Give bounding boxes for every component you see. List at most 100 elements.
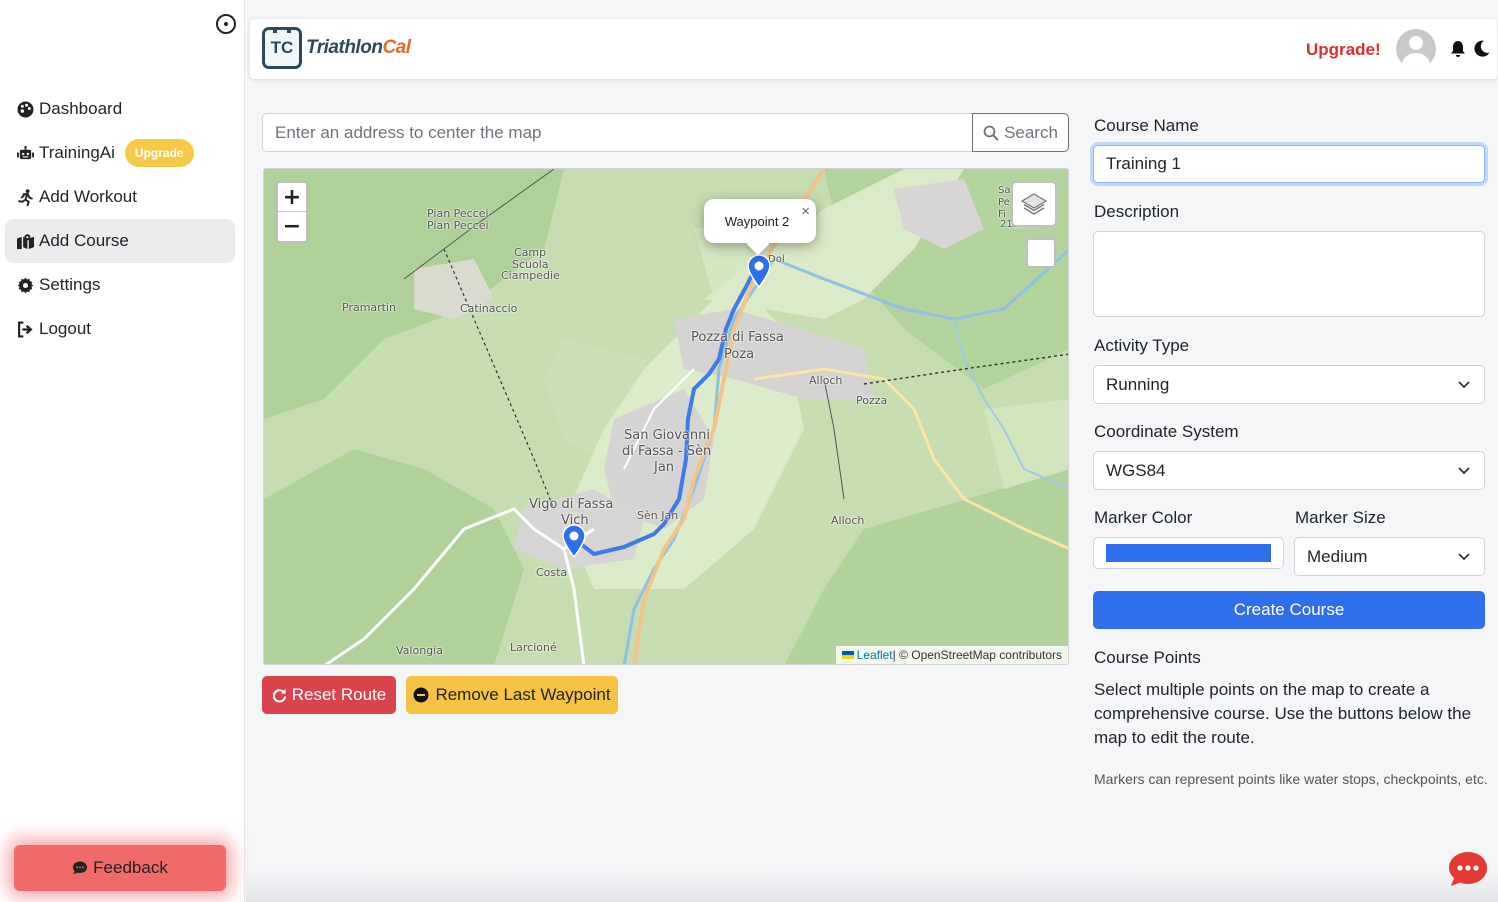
remove-waypoint-label: Remove Last Waypoint bbox=[435, 685, 611, 704]
map-place-label: Poza bbox=[724, 347, 755, 362]
popup-close-button[interactable]: × bbox=[801, 203, 810, 220]
feedback-button[interactable]: Feedback bbox=[14, 845, 226, 891]
activity-type-label: Activity Type bbox=[1094, 336, 1190, 355]
layers-button[interactable] bbox=[1011, 181, 1057, 227]
upgrade-badge[interactable]: Upgrade bbox=[124, 139, 194, 167]
activity-type-select[interactable]: Running bbox=[1093, 365, 1485, 404]
map-place-label: Valongia bbox=[396, 644, 443, 657]
sidebar-item-settings[interactable]: Settings bbox=[5, 263, 235, 307]
map-place-label: Pian Peccei bbox=[427, 219, 489, 232]
feedback-label: Feedback bbox=[93, 858, 168, 877]
leaflet-link[interactable]: Leaflet bbox=[857, 648, 893, 662]
bell-icon[interactable] bbox=[1450, 40, 1466, 58]
address-search-input[interactable] bbox=[262, 113, 973, 152]
chevron-down-icon bbox=[1458, 467, 1470, 475]
sidebar-item-logout[interactable]: Logout bbox=[5, 307, 235, 351]
sidebar-item-dashboard[interactable]: Dashboard bbox=[5, 87, 235, 131]
map-place-label: Jan bbox=[654, 460, 675, 475]
logo-text-part2: Cal bbox=[382, 37, 411, 58]
coordinate-system-select[interactable]: WGS84 bbox=[1093, 451, 1485, 490]
map-place-label: Pozza bbox=[856, 394, 888, 407]
redo-icon bbox=[272, 688, 286, 702]
map-draw-control[interactable] bbox=[1026, 238, 1056, 268]
zoom-control: + − bbox=[276, 181, 308, 243]
map-place-label: Sa bbox=[998, 185, 1011, 196]
map-place-label: Fi bbox=[998, 209, 1006, 220]
comment-icon bbox=[73, 861, 88, 875]
ukraine-flag-icon bbox=[841, 651, 854, 659]
map-place-label: Vigo di Fassa bbox=[529, 497, 614, 512]
coordinate-system-value: WGS84 bbox=[1106, 460, 1166, 480]
map-place-label: di Fassa - Sèn bbox=[622, 444, 712, 459]
sidebar-item-trainingai[interactable]: TrainingAi Upgrade bbox=[5, 131, 235, 175]
avatar[interactable] bbox=[1396, 29, 1436, 69]
sidebar-nav: Dashboard TrainingAi Upgrade Add Workout… bbox=[5, 87, 235, 351]
marker-size-select[interactable]: Medium bbox=[1294, 537, 1485, 576]
waypoint-1-marker-icon[interactable] bbox=[561, 524, 587, 558]
map-place-label: Pramartin bbox=[342, 301, 397, 314]
marker-color-picker[interactable] bbox=[1093, 537, 1284, 569]
map-place-label: Pozza di Fassa bbox=[691, 330, 784, 345]
map-place-label: Alloch bbox=[809, 374, 843, 387]
running-icon bbox=[15, 187, 35, 207]
top-header: TC TriathlonCal Upgrade! bbox=[250, 19, 1497, 79]
map-location-icon bbox=[15, 231, 35, 251]
description-textarea[interactable] bbox=[1093, 231, 1485, 317]
waypoint-2-marker-icon[interactable] bbox=[746, 254, 772, 288]
map-place-label: Pe bbox=[998, 197, 1010, 208]
remove-last-waypoint-button[interactable]: Remove Last Waypoint bbox=[406, 676, 618, 714]
logo-text-part1: Triathlon bbox=[306, 37, 383, 58]
map-place-label: Larcioné bbox=[510, 641, 557, 654]
search-icon bbox=[983, 125, 999, 141]
course-points-note: Markers can represent points like water … bbox=[1094, 771, 1488, 787]
app-logo[interactable]: TC TriathlonCal bbox=[262, 27, 411, 69]
waypoint-popup: Waypoint 2 × bbox=[704, 199, 816, 243]
logo-text: TriathlonCal bbox=[306, 37, 411, 59]
attribution-text: | © OpenStreetMap contributors bbox=[892, 648, 1062, 662]
chevron-down-icon bbox=[1458, 381, 1470, 389]
zoom-out-button[interactable]: − bbox=[278, 212, 306, 241]
chevron-down-icon bbox=[1458, 553, 1470, 561]
map-place-label: Catinaccio bbox=[460, 302, 518, 315]
map-place-label: San Giovanni bbox=[624, 428, 710, 443]
page-bottom-fade bbox=[246, 870, 1498, 902]
upgrade-link[interactable]: Upgrade! bbox=[1306, 40, 1381, 60]
zoom-in-button[interactable]: + bbox=[278, 183, 306, 212]
logo-calendar-icon: TC bbox=[262, 27, 302, 69]
create-course-button[interactable]: Create Course bbox=[1093, 591, 1485, 629]
course-points-heading: Course Points bbox=[1094, 648, 1201, 667]
description-label: Description bbox=[1094, 202, 1180, 221]
popup-text: Waypoint 2 bbox=[724, 213, 790, 229]
reset-route-label: Reset Route bbox=[291, 685, 387, 704]
minus-circle-icon bbox=[413, 687, 429, 703]
sidebar-item-add-workout[interactable]: Add Workout bbox=[5, 175, 235, 219]
sidebar-item-label: Dashboard bbox=[39, 99, 123, 118]
coordinate-system-label: Coordinate System bbox=[1094, 422, 1239, 441]
marker-size-value: Medium bbox=[1307, 546, 1368, 566]
course-map[interactable]: Pian Peccei Pian Peccei Camp Scuola Ciampedi… bbox=[263, 168, 1069, 665]
layers-icon bbox=[1020, 193, 1048, 215]
activity-type-value: Running bbox=[1106, 374, 1170, 394]
robot-icon bbox=[15, 143, 35, 163]
sidebar: Dashboard TrainingAi Upgrade Add Workout… bbox=[0, 0, 245, 902]
sidebar-item-label: Add Course bbox=[39, 231, 129, 250]
course-name-input[interactable] bbox=[1093, 145, 1485, 183]
sidebar-item-label: Add Workout bbox=[39, 187, 137, 206]
gear-icon bbox=[15, 275, 35, 295]
marker-size-label: Marker Size bbox=[1295, 508, 1386, 527]
reset-route-button[interactable]: Reset Route bbox=[262, 676, 396, 714]
map-tiles[interactable] bbox=[264, 169, 1069, 665]
map-place-label: Alloch bbox=[831, 514, 865, 527]
course-points-help: Select multiple points on the map to cre… bbox=[1094, 680, 1472, 747]
chat-support-icon[interactable] bbox=[1448, 851, 1488, 887]
sidebar-item-add-course[interactable]: Add Course bbox=[5, 219, 235, 263]
sidebar-item-label: TrainingAi bbox=[39, 143, 115, 162]
logout-icon bbox=[15, 319, 35, 339]
search-button[interactable]: Search bbox=[972, 113, 1069, 152]
moon-icon[interactable] bbox=[1474, 40, 1490, 57]
map-place-label: Sèn Jan bbox=[637, 509, 679, 522]
sidebar-collapse-icon[interactable] bbox=[216, 14, 236, 34]
map-place-label: Ciampedie bbox=[501, 269, 560, 282]
marker-color-label: Marker Color bbox=[1094, 508, 1193, 527]
palette-icon bbox=[15, 99, 35, 119]
